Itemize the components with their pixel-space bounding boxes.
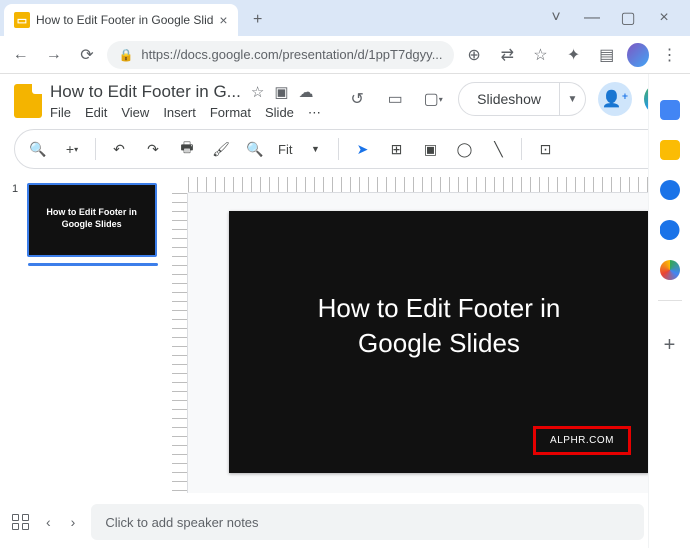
- menu-edit[interactable]: Edit: [85, 105, 107, 121]
- next-slide-button[interactable]: ›: [71, 514, 76, 530]
- work-area: 1 How to Edit Footer in Google Slides Ho…: [0, 169, 690, 489]
- slide-footer-highlight[interactable]: ALPHR.COM: [533, 426, 631, 455]
- extensions-icon[interactable]: ✦: [561, 41, 586, 69]
- share-button[interactable]: 👤⁺: [598, 82, 632, 116]
- browser-menu-icon[interactable]: ⋮: [657, 41, 682, 69]
- reader-icon[interactable]: ▤: [594, 41, 619, 69]
- app-header: How to Edit Footer in G... ☆ ▣ ☁ File Ed…: [0, 74, 690, 121]
- paint-format-icon[interactable]: 🖌: [210, 138, 232, 160]
- toolbar: 🔍 +▾ ↶ ↷ 🖶 🖌 🔍 Fit ▼ ➤ ⊞ ▣ ◯ ╲ ⊡ ˄: [14, 129, 676, 169]
- window-maximize-icon[interactable]: ▢: [614, 4, 642, 32]
- browser-tab[interactable]: ▭ How to Edit Footer in Google Slid ×: [4, 4, 238, 36]
- slide-title-text[interactable]: How to Edit Footer in Google Slides: [229, 291, 649, 361]
- menu-insert[interactable]: Insert: [163, 105, 196, 121]
- new-tab-button[interactable]: +: [244, 6, 272, 34]
- meet-icon[interactable]: ▢▾: [420, 86, 446, 112]
- tasks-icon[interactable]: [660, 180, 680, 200]
- comments-icon[interactable]: ▭: [382, 86, 408, 112]
- speaker-notes-input[interactable]: Click to add speaker notes: [91, 504, 644, 540]
- menu-view[interactable]: View: [121, 105, 149, 121]
- horizontal-ruler: [188, 177, 684, 193]
- slide-number: 1: [12, 183, 18, 195]
- zoom-icon[interactable]: 🔍: [244, 138, 266, 160]
- slide[interactable]: How to Edit Footer in Google Slides ALPH…: [229, 211, 649, 473]
- history-icon[interactable]: ↺: [344, 86, 370, 112]
- address-bar: ← → ⟳ 🔒 https://docs.google.com/presenta…: [0, 36, 690, 74]
- undo-icon[interactable]: ↶: [108, 138, 130, 160]
- translate-icon[interactable]: ⇄: [495, 41, 520, 69]
- menu-format[interactable]: Format: [210, 105, 251, 121]
- zoom-select[interactable]: Fit: [278, 142, 292, 157]
- grid-view-icon[interactable]: [12, 514, 30, 530]
- contacts-icon[interactable]: [660, 220, 680, 240]
- menu-file[interactable]: File: [50, 105, 71, 121]
- slide-canvas[interactable]: How to Edit Footer in Google Slides ALPH…: [188, 193, 690, 493]
- shape-icon[interactable]: ◯: [453, 138, 475, 160]
- browser-profile-avatar[interactable]: [627, 43, 649, 67]
- window-close-icon[interactable]: ×: [650, 4, 678, 32]
- reload-button[interactable]: ⟳: [74, 41, 99, 69]
- slides-favicon: ▭: [14, 12, 30, 28]
- vertical-ruler: [172, 193, 188, 493]
- print-icon[interactable]: 🖶: [176, 138, 198, 160]
- lock-icon: 🔒: [118, 48, 133, 62]
- menu-slide[interactable]: Slide: [265, 105, 294, 121]
- add-on-icon[interactable]: +: [664, 334, 676, 357]
- window-minimize-icon[interactable]: —: [578, 4, 606, 32]
- select-tool-icon[interactable]: ➤: [351, 138, 373, 160]
- transition-icon[interactable]: ⊡: [534, 138, 556, 160]
- search-icon[interactable]: ⊕: [462, 41, 487, 69]
- line-icon[interactable]: ╲: [487, 138, 509, 160]
- keep-icon[interactable]: [660, 140, 680, 160]
- document-title[interactable]: How to Edit Footer in G...: [50, 82, 241, 102]
- thumbnail-selection-bar: [28, 263, 158, 266]
- image-icon[interactable]: ▣: [419, 138, 441, 160]
- speaker-notes-placeholder: Click to add speaker notes: [105, 515, 258, 530]
- slideshow-dropdown[interactable]: ▼: [560, 82, 586, 116]
- calendar-icon[interactable]: [660, 100, 680, 120]
- maps-icon[interactable]: [660, 260, 680, 280]
- search-tool-icon[interactable]: 🔍: [27, 138, 49, 160]
- url-text: https://docs.google.com/presentation/d/1…: [141, 47, 442, 62]
- canvas-wrap: How to Edit Footer in Google Slides ALPH…: [172, 177, 690, 489]
- side-panel: +: [648, 74, 690, 548]
- url-field[interactable]: 🔒 https://docs.google.com/presentation/d…: [107, 41, 453, 69]
- prev-slide-button[interactable]: ‹: [46, 514, 51, 530]
- slide-thumbnail[interactable]: How to Edit Footer in Google Slides: [27, 183, 157, 257]
- bookmark-icon[interactable]: ☆: [528, 41, 553, 69]
- forward-button[interactable]: →: [41, 41, 66, 69]
- window-titlebar: ▭ How to Edit Footer in Google Slid × + …: [0, 0, 690, 36]
- tab-title: How to Edit Footer in Google Slid: [36, 13, 213, 27]
- filmstrip: 1 How to Edit Footer in Google Slides: [12, 177, 172, 489]
- redo-icon[interactable]: ↷: [142, 138, 164, 160]
- zoom-dropdown-icon[interactable]: ▼: [304, 138, 326, 160]
- bottom-bar: ‹ › Click to add speaker notes: [12, 504, 644, 540]
- chevron-down-icon[interactable]: ˅: [542, 4, 570, 32]
- menu-bar: File Edit View Insert Format Slide ⋯: [50, 105, 321, 121]
- tab-close-icon[interactable]: ×: [219, 12, 227, 28]
- move-icon[interactable]: ▣: [274, 83, 288, 101]
- textbox-icon[interactable]: ⊞: [385, 138, 407, 160]
- new-slide-icon[interactable]: +▾: [61, 138, 83, 160]
- slides-logo[interactable]: [14, 84, 42, 118]
- menu-more[interactable]: ⋯: [308, 105, 321, 121]
- back-button[interactable]: ←: [8, 41, 33, 69]
- cloud-icon[interactable]: ☁: [299, 83, 314, 101]
- star-icon[interactable]: ☆: [251, 83, 264, 101]
- slideshow-button[interactable]: Slideshow: [458, 82, 560, 116]
